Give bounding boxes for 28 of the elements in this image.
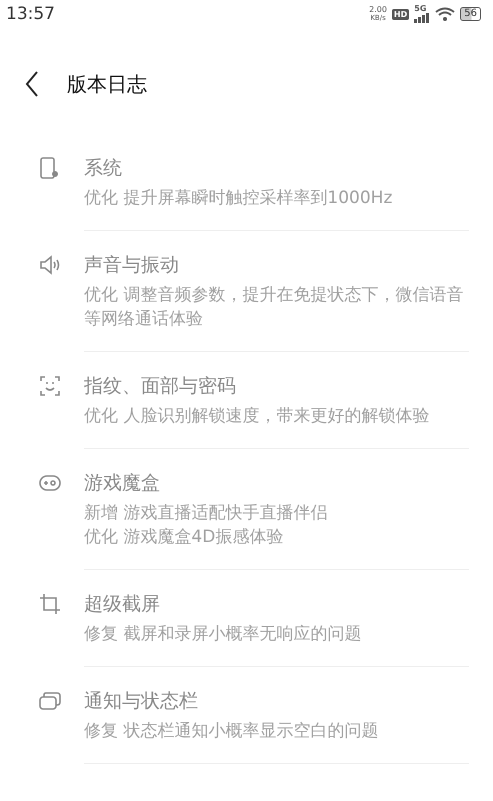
back-icon [25, 71, 39, 97]
change-entry: 优化 调整音频参数，提升在免提状态下，微信语音等网络通话体验 [84, 284, 464, 331]
hd-badge: HD [392, 8, 410, 20]
back-button[interactable] [25, 71, 39, 97]
change-entry: 优化 人脸识别解锁速度，带来更好的解锁体验 [84, 405, 430, 428]
section-title: 超级截屏 [84, 592, 160, 617]
section-title: 游戏魔盒 [84, 471, 160, 496]
network-type: 5G [414, 5, 426, 13]
change-entry: 优化 游戏魔盒4D振感体验 [84, 526, 284, 549]
section-title: 声音与振动 [84, 253, 179, 278]
wifi-icon [435, 7, 456, 21]
battery-indicator: 56 [460, 7, 481, 21]
signal-icon [414, 13, 430, 23]
section-title: 通知与状态栏 [84, 689, 198, 714]
change-entry: 新增 游戏直播适配快手直播伴侣 [84, 502, 328, 525]
change-entry: 修复 截屏和录屏小概率无响应的问题 [84, 623, 362, 646]
face-scan-icon [39, 375, 61, 397]
page-title: 版本日志 [67, 70, 147, 98]
change-entry: 修复 状态栏通知小概率显示空白的问题 [84, 720, 380, 743]
phone-gear-icon [39, 157, 61, 179]
gamepad-icon [39, 472, 61, 494]
notification-icon [39, 690, 61, 712]
speaker-icon [39, 254, 61, 276]
section-title: 系统 [84, 156, 122, 181]
change-entry: 优化 提升屏幕瞬时触控采样率到1000Hz [84, 187, 394, 210]
crop-icon [39, 593, 61, 615]
section-title: 指纹、面部与密码 [84, 374, 236, 399]
status-time: 13:57 [6, 4, 55, 24]
